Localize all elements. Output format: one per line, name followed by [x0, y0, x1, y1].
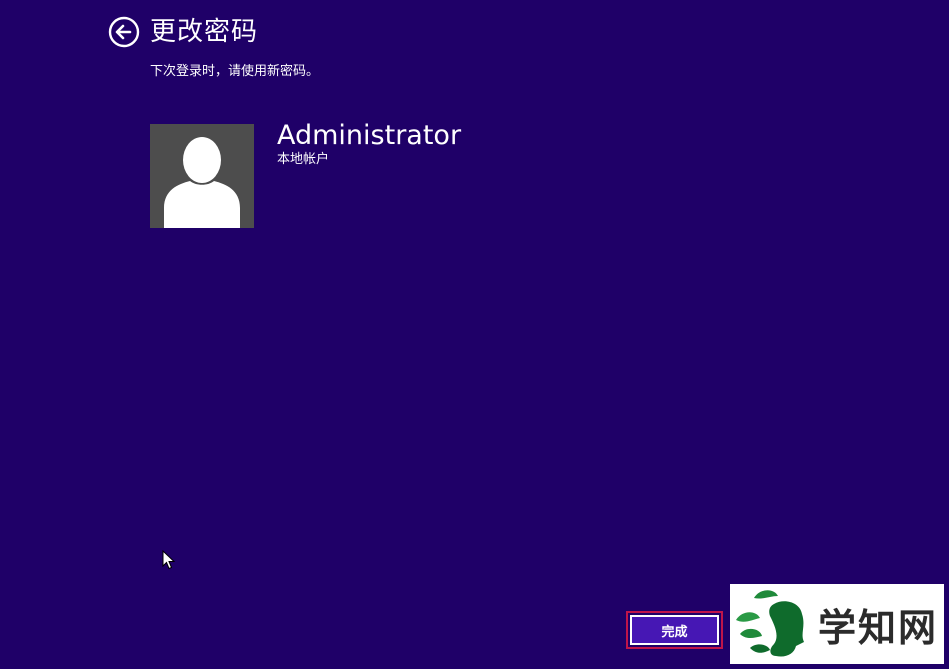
page-title: 更改密码 [150, 17, 259, 47]
back-arrow-circle-icon[interactable] [108, 16, 140, 48]
account-type: 本地帐户 [277, 152, 330, 167]
finish-button[interactable]: 完成 [630, 615, 719, 645]
leaf-head-logo [736, 590, 804, 657]
watermark: 学知网 [730, 584, 944, 664]
account-tile: Administrator 本地帐户 [150, 120, 461, 228]
watermark-text: 学知网 [818, 604, 939, 650]
avatar [150, 124, 254, 228]
user-silhouette-icon [164, 137, 240, 228]
change-password-screen: 更改密码 下次登录时，请使用新密码。 Administrator 本地帐户 完成… [0, 0, 949, 669]
finish-button-focus-ring: 完成 [626, 611, 723, 649]
subtitle-text: 下次登录时，请使用新密码。 [150, 64, 320, 79]
header: 更改密码 [108, 16, 258, 48]
mouse-pointer-icon [162, 550, 176, 570]
account-name: Administrator [277, 120, 462, 151]
account-info: Administrator 本地帐户 [277, 118, 461, 228]
